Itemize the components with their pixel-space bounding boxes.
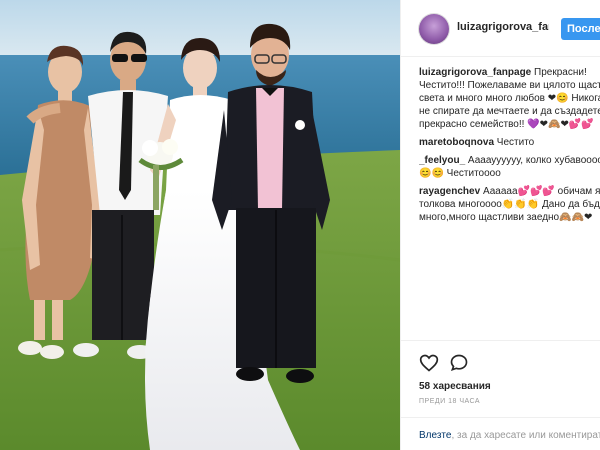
likes-count[interactable]: 58 харесвания xyxy=(419,381,491,392)
post-header: luizagrigorova_fanpage Последвай xyxy=(401,0,600,57)
comment-text: Аааауууууу, колко хубавоооо xyxy=(467,155,600,166)
comment-text: Аааааа💕💕💕 обичам я xyxy=(482,186,600,197)
comment-username[interactable]: _feelyou_ xyxy=(419,155,465,166)
comment-item: maretoboqnova Честито xyxy=(419,136,600,149)
follow-button[interactable]: Последвай xyxy=(561,18,600,40)
header-username[interactable]: luizagrigorova_fanpage xyxy=(457,21,549,33)
comment-text: не спирате да мечтаете и да създадете xyxy=(419,106,600,117)
comment-text: 😊😊 Честитоооо xyxy=(419,168,501,179)
comment-text: Прекрасни! xyxy=(534,67,587,78)
comment-item: _feelyou_ Аааауууууу, колко хубавоооо 😊😊… xyxy=(419,154,600,180)
post-actions: 58 харесвания ПРЕДИ 18 ЧАСА Влезте, за д… xyxy=(401,340,600,450)
comment-text: много,много щастливи заедно🙈🙈❤ xyxy=(419,212,593,223)
login-link[interactable]: Влезте xyxy=(419,430,451,441)
login-rest-text: , за да харесате или коментирате. xyxy=(451,430,600,441)
post-side-panel: luizagrigorova_fanpage Последвай luizagr… xyxy=(400,0,600,450)
comment-username[interactable]: maretoboqnova xyxy=(419,137,494,148)
wedding-photo-image xyxy=(0,0,400,450)
heart-icon[interactable] xyxy=(419,353,439,373)
comment-item: rayagenchev Аааааа💕💕💕 обичам я толкова м… xyxy=(419,185,600,224)
comment-text: Честито!!! Пожелаваме ви цялото щастие н… xyxy=(419,80,600,91)
avatar[interactable] xyxy=(419,14,449,44)
comment-text: прекрасно семейство!! 💜❤🙈❤💕💕 xyxy=(419,119,594,130)
comment-text: толкова многоооо👏👏👏 Дано да бъдете xyxy=(419,199,600,210)
comment-username[interactable]: luizagrigorova_fanpage xyxy=(419,67,531,78)
comment-icon[interactable] xyxy=(449,353,469,373)
comments-list: luizagrigorova_fanpage Прекрасни! Честит… xyxy=(419,66,600,229)
post-timestamp: ПРЕДИ 18 ЧАСА xyxy=(419,398,481,405)
login-prompt: Влезте, за да харесате или коментирате. xyxy=(401,417,600,450)
comment-username[interactable]: rayagenchev xyxy=(419,186,480,197)
login-text: Влезте, за да харесате или коментирате. xyxy=(419,430,600,441)
comment-text: Честито xyxy=(496,137,535,148)
post-photo[interactable] xyxy=(0,0,400,450)
comment-text: света и много много любов ❤😊 Никога xyxy=(419,93,600,104)
comment-item: luizagrigorova_fanpage Прекрасни! Честит… xyxy=(419,66,600,131)
